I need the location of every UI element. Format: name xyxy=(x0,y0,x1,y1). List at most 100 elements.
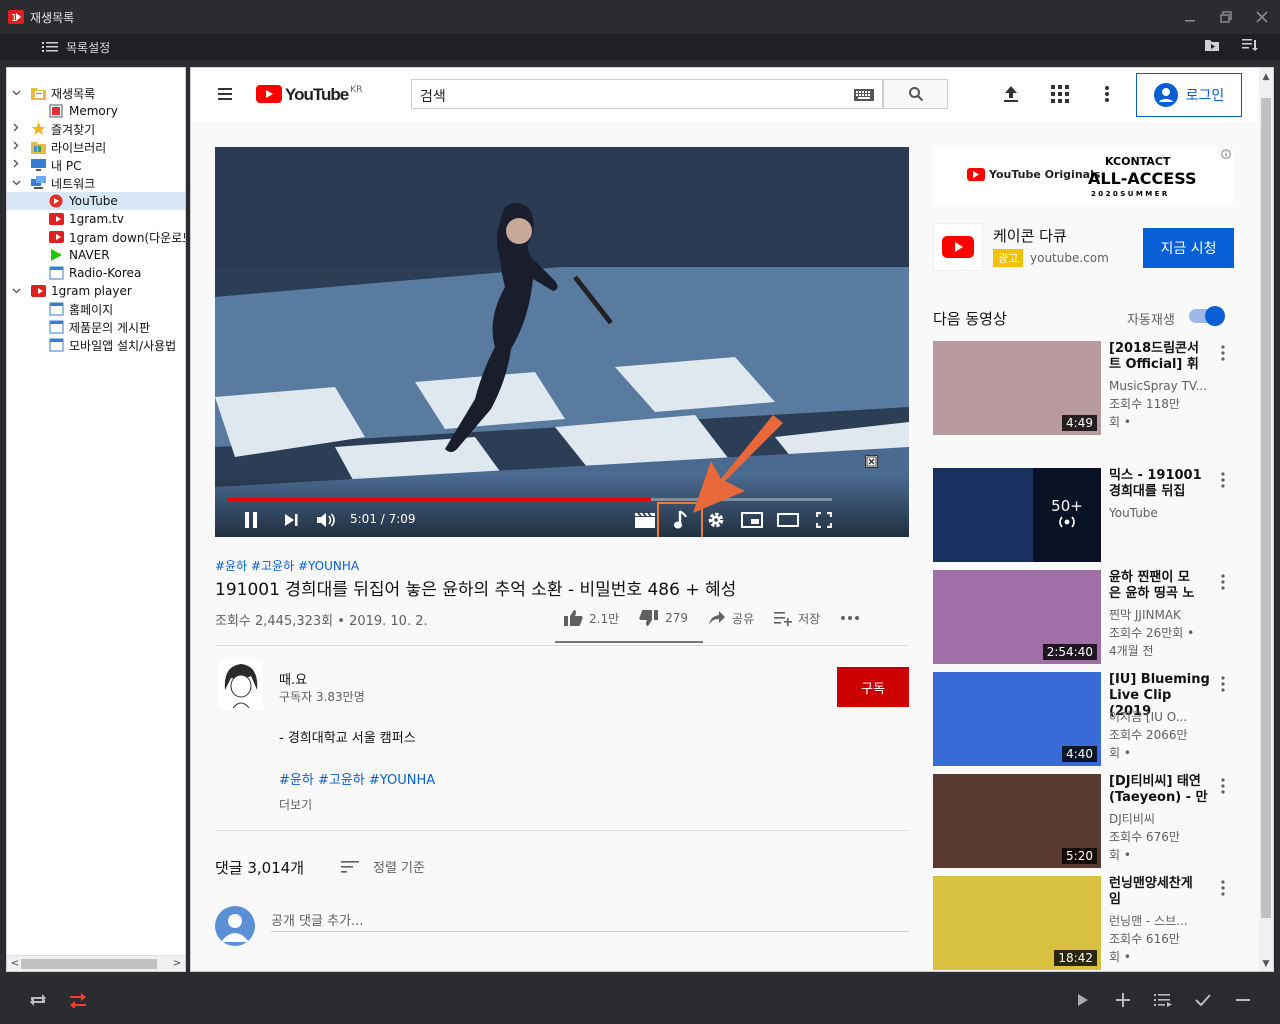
more-vertical-icon[interactable] xyxy=(1221,880,1225,900)
chevron-right-icon[interactable] xyxy=(11,123,21,135)
video-thumbnail[interactable]: 5:20 xyxy=(933,774,1101,868)
more-vertical-icon[interactable] xyxy=(1104,85,1110,103)
video-thumbnail[interactable]: 18:42 xyxy=(933,876,1101,970)
tree-item[interactable]: NAVER xyxy=(7,246,185,264)
recommendation-item[interactable]: 2:54:40 윤하 찐팬이 모 은 윤하 띵곡 노 찐막 JJINMAK 조회수 2… xyxy=(933,570,1233,664)
chevron-right-icon[interactable] xyxy=(11,141,21,153)
more-vertical-icon[interactable] xyxy=(1221,676,1225,696)
info-icon[interactable] xyxy=(1221,149,1231,159)
tree-item[interactable]: Memory xyxy=(7,102,185,120)
show-more-link[interactable]: 더보기 xyxy=(279,796,312,813)
video-thumbnail[interactable]: 4:40 xyxy=(933,672,1101,766)
add-button[interactable] xyxy=(1111,988,1135,1012)
description-tags[interactable]: #윤하 #고윤하 #YOUNHA xyxy=(279,769,435,788)
scroll-right-icon[interactable]: > xyxy=(171,956,183,971)
video-thumbnail[interactable]: 2:54:40 xyxy=(933,570,1101,664)
horizontal-scrollbar[interactable]: < > xyxy=(7,955,185,971)
more-vertical-icon[interactable] xyxy=(1221,472,1225,492)
more-vertical-icon[interactable] xyxy=(1221,345,1225,365)
tree-item[interactable]: 즐겨찾기 xyxy=(7,120,185,138)
tree-item[interactable]: 1gram player xyxy=(7,282,185,300)
chevron-right-icon[interactable] xyxy=(11,159,21,171)
more-actions-button[interactable] xyxy=(840,615,860,621)
recommendation-title[interactable]: 런닝맨양세찬게 임 xyxy=(1109,876,1217,908)
tree-item[interactable]: 재생목록 xyxy=(7,84,185,102)
autoplay-toggle[interactable] xyxy=(1189,306,1225,326)
next-button[interactable] xyxy=(281,509,301,531)
dismiss-overlay-button[interactable] xyxy=(865,455,878,468)
remove-button[interactable] xyxy=(1231,988,1255,1012)
search-button[interactable] xyxy=(883,79,948,109)
vertical-scrollbar[interactable]: ▲ ▼ xyxy=(1259,68,1273,971)
ad-logo[interactable] xyxy=(933,223,983,271)
chevron-down-icon[interactable] xyxy=(11,178,21,189)
recommendation-item[interactable]: 4:49 [2018드림콘서 트 Official] 휘 MusicSpray TV… xyxy=(933,341,1233,435)
close-icon[interactable] xyxy=(1244,0,1280,34)
dislike-button[interactable]: 279 xyxy=(639,609,688,627)
video-thumbnail[interactable]: 50+ xyxy=(933,468,1101,562)
scroll-down-icon[interactable]: ▼ xyxy=(1259,959,1273,969)
tree-item[interactable]: 1gram down(다운로드 xyxy=(7,228,185,246)
youtube-logo[interactable]: YouTube KR xyxy=(256,85,362,105)
subscribe-button[interactable]: 구독 xyxy=(837,667,909,707)
sort-comments-button[interactable]: 정렬 기준 xyxy=(341,857,425,876)
video-player[interactable]: 5:01 / 7:09 xyxy=(215,147,909,537)
tree-item[interactable]: Radio-Korea xyxy=(7,264,185,282)
share-button[interactable]: 공유 xyxy=(708,610,754,627)
tree-item[interactable]: 라이브러리 xyxy=(7,138,185,156)
minimize-icon[interactable] xyxy=(1172,0,1208,34)
upload-icon[interactable] xyxy=(1002,85,1020,103)
video-thumbnail[interactable]: 4:49 xyxy=(933,341,1101,435)
apps-grid-icon[interactable] xyxy=(1051,85,1069,103)
fullscreen-button[interactable] xyxy=(815,509,833,531)
scroll-thumb[interactable] xyxy=(21,959,157,969)
tree-item[interactable]: 내 PC xyxy=(7,156,185,174)
save-button[interactable]: 저장 xyxy=(774,610,820,627)
channel-name[interactable]: 때.요 xyxy=(279,669,307,688)
playlist-button[interactable] xyxy=(1151,988,1175,1012)
channel-avatar[interactable] xyxy=(219,660,263,710)
watch-now-button[interactable]: 지금 시청 xyxy=(1143,228,1234,268)
search-input[interactable]: 검색 xyxy=(411,79,883,109)
tree-item[interactable]: 모바일앱 설치/사용법 xyxy=(7,336,185,354)
chevron-down-icon[interactable] xyxy=(11,286,21,297)
play-button[interactable] xyxy=(1071,988,1095,1012)
tree-item[interactable]: 네트워크 xyxy=(7,174,185,192)
ad-title[interactable]: 케이콘 다큐 xyxy=(993,225,1067,246)
tree-item[interactable]: 홈페이지 xyxy=(7,300,185,318)
playlist-settings-button[interactable]: 목록설정 xyxy=(42,39,110,56)
sort-list-icon[interactable] xyxy=(1242,38,1258,52)
ad-banner[interactable]: YouTube Originals KCONTACT ALL-ACCESS 2 … xyxy=(933,147,1233,207)
keyboard-icon[interactable] xyxy=(854,88,874,102)
scroll-thumb[interactable] xyxy=(1261,98,1271,918)
recommendation-item[interactable]: 5:20 [DJ티비씨] 태연 (Taeyeon) - 만 DJ티비씨 조회수 676… xyxy=(933,774,1233,868)
scroll-up-icon[interactable]: ▲ xyxy=(1259,72,1273,82)
clip-button[interactable] xyxy=(633,509,657,531)
pause-button[interactable] xyxy=(241,509,261,531)
recommendation-title[interactable]: 믹스 - 191001 경희대를 뒤집 xyxy=(1109,468,1217,500)
recommendation-item[interactable]: 50+ 믹스 - 191001 경희대를 뒤집 YouTube xyxy=(933,468,1233,562)
recommendation-item[interactable]: 18:42 런닝맨양세찬게 임 런닝맨 - 스브... 조회수 616만 회 • xyxy=(933,876,1233,970)
comment-input[interactable]: 공개 댓글 추가... xyxy=(271,908,909,932)
recommendation-title[interactable]: [2018드림콘서 트 Official] 휘 xyxy=(1109,341,1217,373)
login-button[interactable]: 로그인 xyxy=(1136,73,1242,117)
restore-icon[interactable] xyxy=(1208,0,1244,34)
scroll-left-icon[interactable]: < xyxy=(9,956,21,971)
tree-item[interactable]: 1gram.tv xyxy=(7,210,185,228)
check-button[interactable] xyxy=(1191,988,1215,1012)
tree-item[interactable]: YouTube xyxy=(7,192,185,210)
folder-play-icon[interactable] xyxy=(1204,38,1220,52)
like-button[interactable]: 2.1만 xyxy=(563,609,619,627)
more-vertical-icon[interactable] xyxy=(1221,574,1225,594)
repeat-button[interactable] xyxy=(26,988,50,1012)
hamburger-menu-icon[interactable] xyxy=(218,88,232,100)
chevron-down-icon[interactable] xyxy=(11,88,21,99)
more-vertical-icon[interactable] xyxy=(1221,778,1225,798)
recommendation-title[interactable]: 윤하 찐팬이 모 은 윤하 띵곡 노 xyxy=(1109,570,1217,602)
tree-item[interactable]: 제품문의 게시판 xyxy=(7,318,185,336)
shuffle-button[interactable] xyxy=(66,988,90,1012)
recommendation-item[interactable]: 4:40 [IU] Blueming Live Clip (2019 이지금 [IU… xyxy=(933,672,1233,766)
recommendation-title[interactable]: [DJ티비씨] 태연 (Taeyeon) - 만 xyxy=(1109,774,1217,806)
volume-button[interactable] xyxy=(315,509,337,531)
video-tags[interactable]: #윤하 #고윤하 #YOUNHA xyxy=(215,557,359,574)
